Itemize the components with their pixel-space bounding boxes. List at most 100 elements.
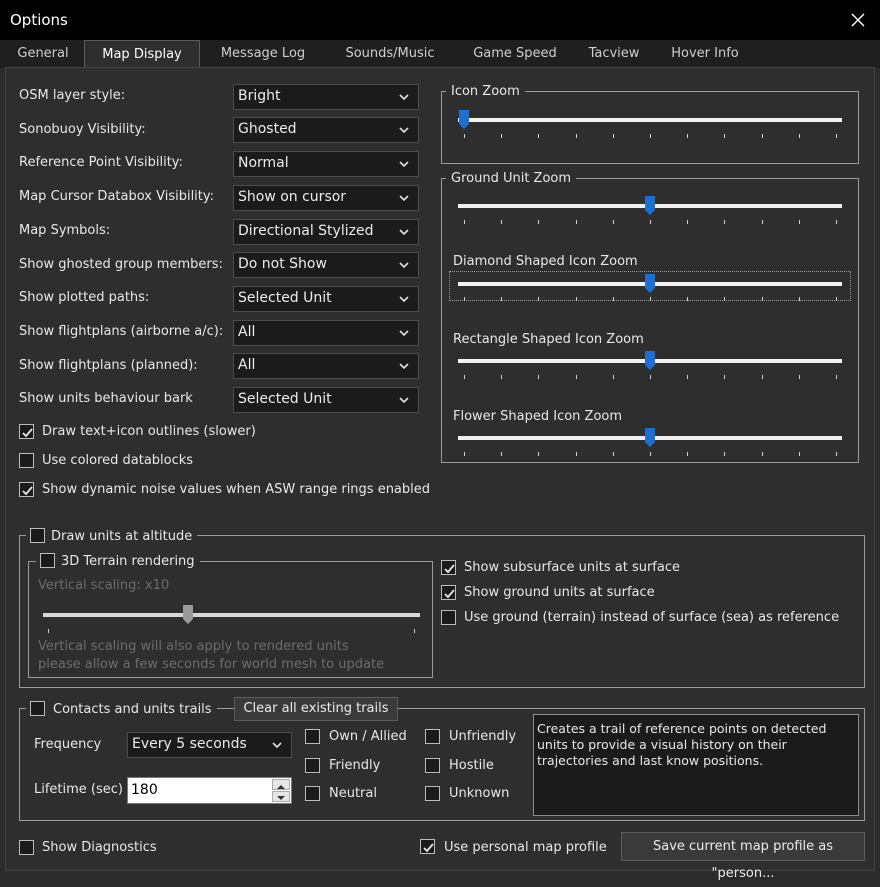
spin-up-icon[interactable] <box>272 779 290 790</box>
tick <box>612 452 614 456</box>
scaling-note-2: please allow a few seconds for world mes… <box>38 657 385 672</box>
diamond-zoom-slider-thumb[interactable] <box>644 274 656 294</box>
clear-trails-button[interactable]: Clear all existing trails <box>234 697 398 721</box>
diagnostics-checkbox[interactable] <box>19 840 34 855</box>
tab-general[interactable]: General <box>8 40 78 68</box>
altitude-checkbox[interactable] <box>30 528 45 543</box>
outlines-checkbox[interactable] <box>19 424 34 439</box>
tick <box>724 134 726 138</box>
own-allied-label: Own / Allied <box>329 729 407 744</box>
reference-point-visibility-dropdown[interactable]: Normal <box>233 151 419 177</box>
tab-message-log[interactable]: Message Log <box>206 40 320 68</box>
tick <box>761 452 763 456</box>
friendly-label: Friendly <box>329 758 381 773</box>
chevron-down-icon <box>399 161 409 168</box>
neutral-checkbox[interactable] <box>305 786 320 801</box>
flightplans-planned-dropdown[interactable]: All <box>233 353 419 379</box>
frequency-dropdown[interactable]: Every 5 seconds <box>127 732 292 758</box>
tab-map-display[interactable]: Map Display <box>84 40 200 68</box>
tab-game-speed[interactable]: Game Speed <box>460 40 570 68</box>
tick <box>650 375 651 379</box>
colored-datablocks-checkbox[interactable] <box>19 453 34 468</box>
behaviour-bark-dropdown[interactable]: Selected Unit <box>233 387 419 413</box>
terrain-checkbox[interactable] <box>40 553 55 568</box>
neutral-label: Neutral <box>329 786 377 801</box>
tick <box>836 452 837 456</box>
setting-label-flightplans-planned: Show flightplans (planned): <box>19 358 198 373</box>
tick <box>612 220 614 224</box>
tick <box>538 297 540 301</box>
tab-sounds-music[interactable]: Sounds/Music <box>328 40 452 68</box>
close-icon[interactable] <box>846 8 870 32</box>
own-allied-checkbox[interactable] <box>305 729 320 744</box>
rect-zoom-slider-thumb[interactable] <box>644 351 656 371</box>
cursor-databox-visibility-dropdown[interactable]: Show on cursor <box>233 185 419 211</box>
tick <box>464 375 465 379</box>
ghosted-group-members-dropdown[interactable]: Do not Show <box>233 252 419 278</box>
flower-zoom-slider-thumb[interactable] <box>644 428 656 448</box>
tick <box>798 134 800 138</box>
tab-tacview[interactable]: Tacview <box>578 40 650 68</box>
icon-zoom-slider-track[interactable] <box>458 118 842 122</box>
scaling-note-1: Vertical scaling will also apply to rend… <box>38 639 349 654</box>
flower-zoom-label: Flower Shaped Icon Zoom <box>453 409 623 424</box>
trails-description: Creates a trail of reference points on d… <box>537 721 827 768</box>
tick <box>687 220 689 224</box>
sonobuoy-visibility-dropdown[interactable]: Ghosted <box>233 117 419 143</box>
tick <box>798 297 800 301</box>
tick <box>612 134 614 138</box>
tick <box>836 134 837 138</box>
flightplans-airborne-dropdown[interactable]: All <box>233 320 419 346</box>
personal-profile-label: Use personal map profile <box>444 840 607 855</box>
trails-title-wrap: Contacts and units trails <box>26 701 217 718</box>
tick <box>761 375 763 379</box>
personal-profile-checkbox[interactable] <box>420 839 435 854</box>
unfriendly-checkbox[interactable] <box>425 729 440 744</box>
terrain-title-wrap: 3D Terrain rendering <box>36 553 200 570</box>
setting-label-reference-point: Reference Point Visibility: <box>19 155 183 170</box>
terrain-reference-checkbox[interactable] <box>441 610 456 625</box>
tick <box>464 452 465 456</box>
tick <box>464 220 465 224</box>
tick <box>650 220 651 224</box>
trails-description-box: Creates a trail of reference points on d… <box>533 714 859 816</box>
tick <box>687 134 689 138</box>
tick <box>724 220 726 224</box>
plotted-paths-dropdown[interactable]: Selected Unit <box>233 286 419 312</box>
lifetime-spinbox[interactable]: 180 <box>127 777 292 804</box>
setting-label-map-symbols: Map Symbols: <box>19 223 111 238</box>
osm-layer-style-dropdown[interactable]: Bright <box>233 84 419 110</box>
diamond-zoom-label: Diamond Shaped Icon Zoom <box>453 254 638 269</box>
map-symbols-dropdown[interactable]: Directional Stylized <box>233 219 419 245</box>
ground-units-checkbox[interactable] <box>441 585 456 600</box>
unfriendly-label: Unfriendly <box>449 729 517 744</box>
tick <box>575 134 577 138</box>
tick <box>687 452 689 456</box>
subsurface-checkbox[interactable] <box>441 560 456 575</box>
ground-zoom-slider-thumb[interactable] <box>644 196 656 216</box>
tick <box>612 297 614 301</box>
trails-checkbox[interactable] <box>30 701 45 716</box>
chevron-down-icon <box>399 330 409 337</box>
tick <box>761 220 763 224</box>
vertical-scaling-slider-thumb[interactable] <box>182 605 194 625</box>
chevron-down-icon <box>399 229 409 236</box>
tick <box>798 375 800 379</box>
setting-label-sonobuoy: Sonobuoy Visibility: <box>19 122 146 137</box>
vertical-scaling-slider-track[interactable] <box>43 613 420 617</box>
chevron-down-icon <box>399 397 409 404</box>
dynamic-noise-checkbox[interactable] <box>19 482 34 497</box>
hostile-checkbox[interactable] <box>425 758 440 773</box>
tick <box>724 452 726 456</box>
chevron-down-icon <box>399 363 409 370</box>
tab-hover-info[interactable]: Hover Info <box>660 40 750 68</box>
friendly-checkbox[interactable] <box>305 758 320 773</box>
save-profile-button[interactable]: Save current map profile as "person... <box>621 832 865 881</box>
tick <box>687 375 689 379</box>
setting-label-behaviour-bark: Show units behaviour bark <box>19 391 193 406</box>
icon-zoom-slider-thumb[interactable] <box>458 110 470 130</box>
setting-label-cursor-databox: Map Cursor Databox Visibility: <box>19 189 215 204</box>
unknown-checkbox[interactable] <box>425 786 440 801</box>
spin-down-icon[interactable] <box>272 791 290 802</box>
lifetime-value[interactable]: 180 <box>131 782 158 798</box>
